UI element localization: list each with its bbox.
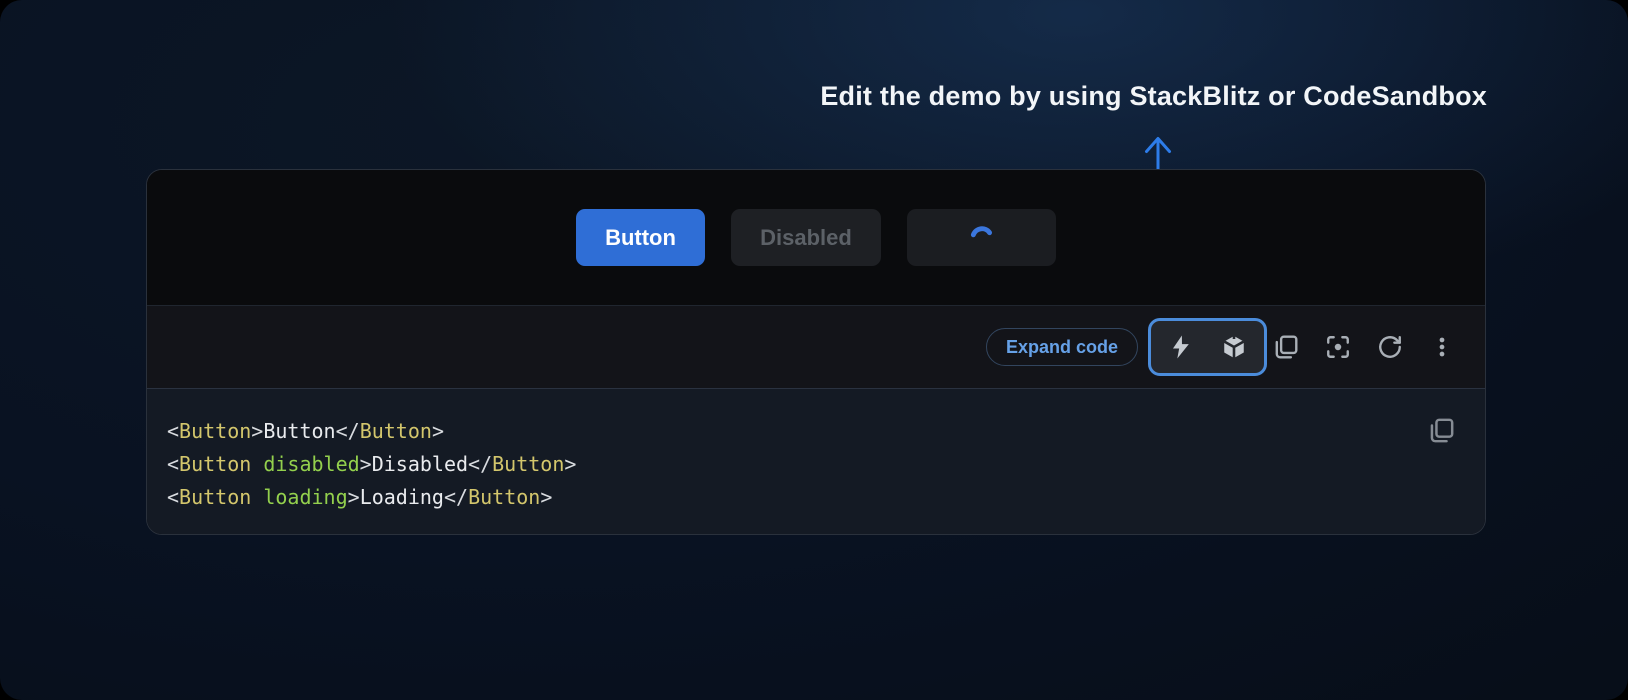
code-token: Button [179,419,251,443]
code-token: Button [179,485,251,509]
demo-preview: Button Disabled [147,170,1485,305]
code-line: <Button disabled>Disabled</Button> [167,448,1415,481]
code-token: Button [360,419,432,443]
code-token: Disabled [372,452,468,476]
code-token: </ [444,485,468,509]
code-token: Button [492,452,564,476]
code-token: > [348,485,360,509]
code-line: <Button loading>Loading</Button> [167,481,1415,514]
code-token: < [167,419,179,443]
codesandbox-icon[interactable] [1221,334,1247,360]
copy-icon[interactable] [1273,334,1299,360]
demo-panel: Button Disabled Expand code [146,169,1486,535]
demo-button-disabled: Disabled [731,209,881,266]
demo-button-primary[interactable]: Button [576,209,705,266]
code-token: Button [263,419,335,443]
code-token: < [167,485,179,509]
demo-toolbar: Expand code [147,305,1485,388]
demo-button-loading [907,209,1056,266]
code-token: > [251,419,263,443]
code-token [251,452,263,476]
code-token: > [360,452,372,476]
code-token: loading [263,485,347,509]
code-lines: <Button>Button</Button><Button disabled>… [167,415,1415,514]
code-line: <Button>Button</Button> [167,415,1415,448]
code-token: > [540,485,552,509]
page-background: Edit the demo by using StackBlitz or Cod… [0,0,1628,700]
stackblitz-icon[interactable] [1168,334,1194,360]
code-token: </ [468,452,492,476]
editor-icon-group-highlight [1148,318,1267,376]
isolate-icon[interactable] [1325,334,1351,360]
code-block: <Button>Button</Button><Button disabled>… [147,388,1485,534]
code-token: < [167,452,179,476]
code-token: Loading [360,485,444,509]
code-token: > [564,452,576,476]
code-token: Button [468,485,540,509]
code-token: </ [336,419,360,443]
code-token [251,485,263,509]
code-token: Button [179,452,251,476]
refresh-icon[interactable] [1377,334,1403,360]
annotation-text: Edit the demo by using StackBlitz or Cod… [820,81,1487,112]
code-token: disabled [263,452,359,476]
more-vertical-icon[interactable] [1429,334,1455,360]
copy-code-icon[interactable] [1428,417,1455,444]
expand-code-button[interactable]: Expand code [986,328,1138,366]
spinner-icon [969,225,995,251]
code-token: > [432,419,444,443]
